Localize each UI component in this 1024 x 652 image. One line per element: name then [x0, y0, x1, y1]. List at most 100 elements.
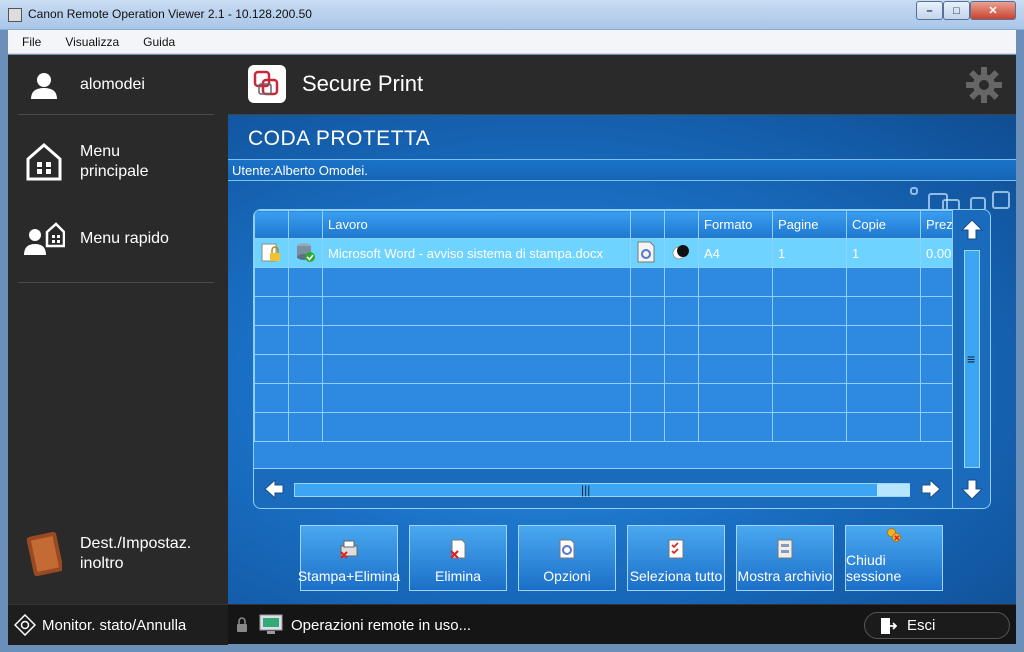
column-header-copies[interactable]: Copie: [846, 210, 921, 239]
print-delete-icon: [340, 540, 358, 559]
sidebar-item-user[interactable]: alomodei: [8, 63, 228, 107]
vertical-scroll-track[interactable]: ≡: [964, 250, 980, 468]
table-header-row: Lavoro Formato Pagine Copie Prez: [254, 210, 954, 239]
select-all-button[interactable]: Seleziona tutto: [627, 525, 725, 591]
scroll-grip-icon: |||: [581, 483, 591, 497]
app-area: alomodei Menu principale Menu rapido Des…: [8, 55, 1016, 645]
vertical-scrollbar[interactable]: ≡: [952, 210, 990, 508]
exit-door-icon: [879, 617, 897, 635]
column-header-pages[interactable]: Pagine: [772, 210, 847, 239]
options-label: Opzioni: [543, 568, 591, 584]
sidebar-item-quick-menu[interactable]: Menu rapido: [8, 217, 228, 261]
monitor-status-button[interactable]: Monitor. stato/Annulla: [8, 605, 228, 645]
exit-button[interactable]: Esci: [864, 612, 1010, 639]
job-format: A4: [698, 238, 773, 268]
sidebar-divider: [18, 282, 214, 283]
decoration: [910, 187, 918, 195]
menu-file[interactable]: File: [8, 35, 51, 49]
column-header-price[interactable]: Prez: [920, 210, 954, 239]
app-title: Secure Print: [302, 71, 424, 96]
horizontal-scrollbar[interactable]: |||: [254, 468, 952, 508]
show-archive-label: Mostra archivio: [737, 568, 833, 584]
status-bar: Monitor. stato/Annulla Operazioni remote…: [8, 604, 1016, 645]
column-header[interactable]: [630, 210, 665, 239]
app-icon: [8, 8, 22, 22]
scroll-grip-icon: ≡: [967, 351, 976, 367]
stored-icon: [288, 238, 323, 268]
home-icon: [22, 140, 66, 184]
lock-icon: [236, 617, 248, 638]
window-title: Canon Remote Operation Viewer 2.1 - 10.1…: [28, 7, 312, 21]
print-delete-label: Stampa+Elimina: [297, 568, 401, 584]
monitor-status-label: Monitor. stato/Annulla: [42, 616, 187, 634]
table-row-empty: [254, 267, 954, 297]
status-message: Operazioni remote in uso...: [291, 617, 472, 634]
maximize-button[interactable]: □: [943, 1, 970, 20]
scroll-left-arrow-icon[interactable]: [256, 471, 292, 507]
close-session-button[interactable]: Chiudi sessione: [845, 525, 943, 591]
menubar: File Visualizza Guida: [8, 30, 1016, 54]
horizontal-scroll-thumb[interactable]: [877, 484, 910, 496]
job-price: 0.00: [920, 238, 954, 268]
sidebar-item-main-menu[interactable]: Menu principale: [8, 137, 228, 187]
remote-monitor-icon: [259, 614, 283, 641]
horizontal-scroll-track[interactable]: |||: [294, 483, 910, 497]
job-name: Microsoft Word - avviso sistema di stamp…: [322, 238, 631, 268]
decoration: [992, 191, 1010, 209]
menu-view[interactable]: Visualizza: [51, 35, 129, 49]
scroll-up-arrow-icon[interactable]: [954, 212, 990, 248]
sidebar-divider: [18, 114, 214, 115]
options-button[interactable]: Opzioni: [518, 525, 616, 591]
options-icon: [559, 539, 575, 559]
eye-icon: [14, 614, 36, 636]
column-header-job[interactable]: Lavoro: [322, 210, 631, 239]
main-panel: CODA PROTETTA Utente:Alberto Omodei. Lav…: [228, 115, 1016, 604]
main-menu-label-line1: Menu: [80, 143, 121, 160]
sidebar-user-label: alomodei: [80, 76, 145, 93]
dest-label-line2: inoltro: [80, 555, 124, 572]
table-row-empty: [254, 412, 954, 442]
print-delete-button[interactable]: Stampa+Elimina: [297, 525, 401, 591]
job-copies: 1: [846, 238, 921, 268]
minimize-button[interactable]: –: [916, 1, 943, 20]
table-row-empty: [254, 383, 954, 413]
close-session-label: Chiudi sessione: [846, 552, 902, 584]
color-mode-icon: [664, 238, 699, 268]
delete-icon: [450, 539, 466, 559]
archive-icon: [777, 539, 793, 559]
table-row-empty: [254, 354, 954, 384]
job-pages: 1: [772, 238, 847, 268]
table-row-empty: [254, 325, 954, 355]
document-settings-icon: [630, 238, 665, 268]
column-header[interactable]: [288, 210, 323, 239]
exit-label: Esci: [907, 617, 936, 634]
table-row[interactable]: Microsoft Word - avviso sistema di stamp…: [254, 238, 954, 268]
column-header[interactable]: [254, 210, 289, 239]
secure-print-logo-icon: [248, 65, 286, 103]
delete-label: Elimina: [435, 568, 481, 584]
user-label: Utente:Alberto Omodei.: [232, 163, 368, 178]
show-archive-button[interactable]: Mostra archivio: [736, 525, 834, 591]
delete-button[interactable]: Elimina: [409, 525, 507, 591]
table-row-empty: [254, 296, 954, 326]
main-menu-label-line2: principale: [80, 163, 149, 180]
menu-help[interactable]: Guida: [129, 35, 185, 49]
user-bar: Utente:Alberto Omodei.: [228, 159, 1016, 181]
job-table-grid: Lavoro Formato Pagine Copie Prez Microso…: [254, 210, 954, 442]
sidebar-item-dest-settings[interactable]: Dest./Impostaz. inoltro: [8, 529, 228, 579]
action-buttons: Stampa+Elimina Elimina Opzioni Seleziona…: [297, 525, 943, 591]
app-header: Secure Print: [228, 55, 1016, 115]
sidebar: alomodei Menu principale Menu rapido Des…: [8, 55, 228, 604]
column-header[interactable]: [664, 210, 699, 239]
lock-icon: [254, 238, 289, 268]
window-titlebar: Canon Remote Operation Viewer 2.1 - 10.1…: [0, 0, 1024, 30]
gear-icon[interactable]: [964, 65, 1004, 105]
close-button[interactable]: ✕: [970, 1, 1016, 20]
column-header-format[interactable]: Formato: [698, 210, 773, 239]
scroll-right-arrow-icon[interactable]: [913, 471, 949, 507]
page-title: CODA PROTETTA: [248, 127, 431, 150]
job-table: Lavoro Formato Pagine Copie Prez Microso…: [253, 209, 991, 509]
dest-label-line1: Dest./Impostaz.: [80, 535, 192, 552]
quick-menu-label: Menu rapido: [80, 230, 169, 247]
scroll-down-arrow-icon[interactable]: [954, 471, 990, 507]
